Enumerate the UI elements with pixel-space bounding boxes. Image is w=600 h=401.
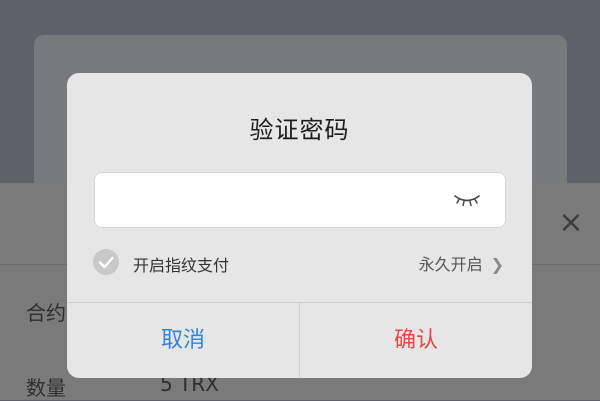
fingerprint-checkbox[interactable] (93, 249, 119, 275)
contract-label: 合约 (26, 301, 66, 325)
fingerprint-label: 开启指纹支付 (133, 256, 230, 275)
check-icon (98, 256, 114, 269)
confirm-button[interactable]: 确认 (300, 303, 532, 378)
chevron-right-icon: ❯ (490, 255, 504, 274)
eye-closed-icon[interactable] (453, 191, 481, 209)
quantity-label: 数量 (26, 376, 66, 400)
close-icon[interactable]: × (556, 208, 586, 238)
verify-password-dialog: 验证密码 开启指纹支付 永久开启 ❯ 取消 确认 (67, 73, 532, 378)
dialog-title: 验证密码 (249, 116, 350, 144)
cancel-button[interactable]: 取消 (67, 303, 299, 378)
password-field[interactable] (94, 172, 506, 228)
forever-enable-link[interactable]: 永久开启 ❯ (419, 251, 504, 275)
forever-label: 永久开启 (418, 255, 483, 274)
